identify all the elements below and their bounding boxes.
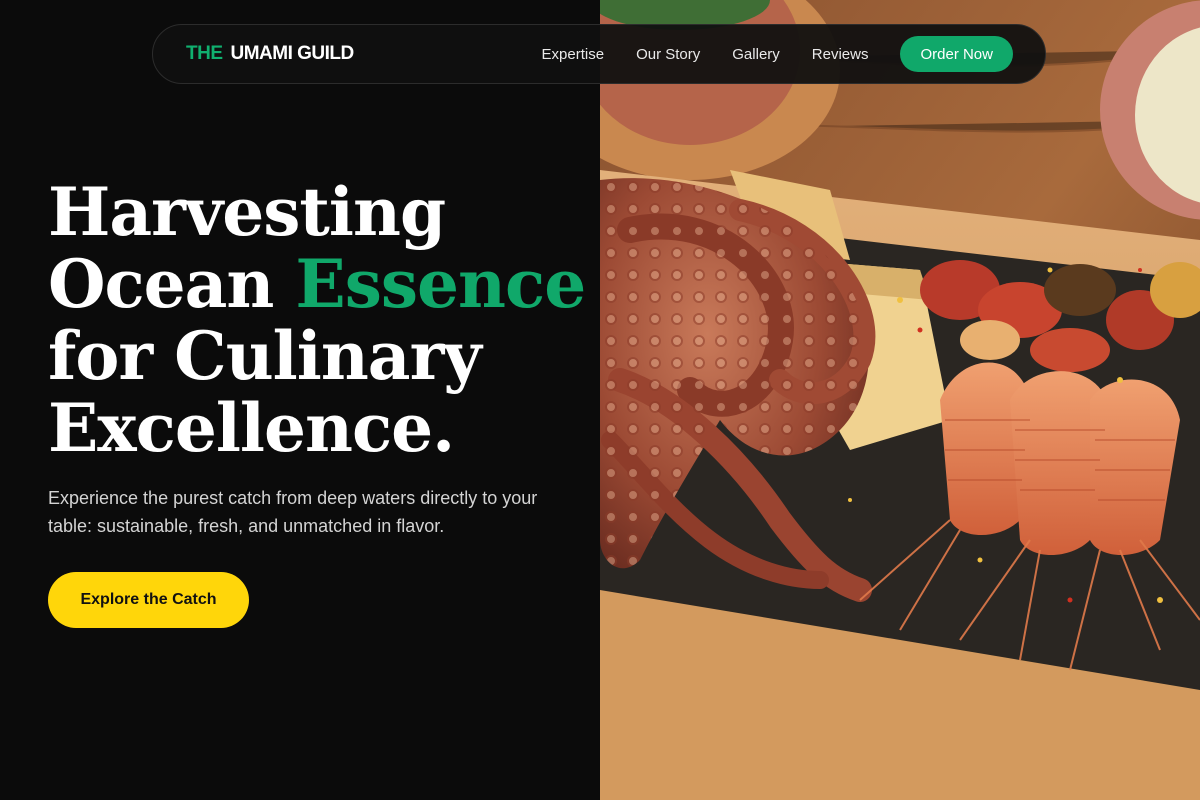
order-now-button[interactable]: Order Now	[900, 36, 1013, 72]
headline-line-3: for Culinary	[48, 317, 482, 395]
headline-accent-essence: Essence	[295, 245, 586, 323]
headline-ocean: Ocean	[48, 245, 296, 323]
explore-catch-button[interactable]: Explore the Catch	[48, 572, 249, 628]
brand-logo[interactable]: THE UMAMI GUILD	[186, 43, 354, 65]
nav-link-gallery[interactable]: Gallery	[732, 46, 780, 63]
seafood-platter-photo	[600, 0, 1200, 800]
nav-links: Expertise Our Story Gallery Reviews Orde…	[542, 36, 1013, 72]
navbar: THE UMAMI GUILD Expertise Our Story Gall…	[152, 24, 1046, 84]
hero-image	[600, 0, 1200, 800]
nav-link-expertise[interactable]: Expertise	[542, 46, 605, 63]
hero-subtext: Experience the purest catch from deep wa…	[48, 488, 538, 536]
nav-link-reviews[interactable]: Reviews	[812, 46, 869, 63]
hero-headline: Harvesting Ocean Essence for Culinary Ex…	[48, 176, 608, 464]
headline-line-2: Ocean Essence	[48, 248, 608, 320]
headline-line-1: Harvesting	[48, 173, 446, 251]
headline-line-4: Excellence.	[48, 389, 455, 467]
brand-prefix: THE	[186, 43, 223, 64]
brand-name: UMAMI GUILD	[230, 43, 355, 64]
landing-page: THE UMAMI GUILD Expertise Our Story Gall…	[0, 0, 1200, 800]
nav-link-our-story[interactable]: Our Story	[636, 46, 700, 63]
